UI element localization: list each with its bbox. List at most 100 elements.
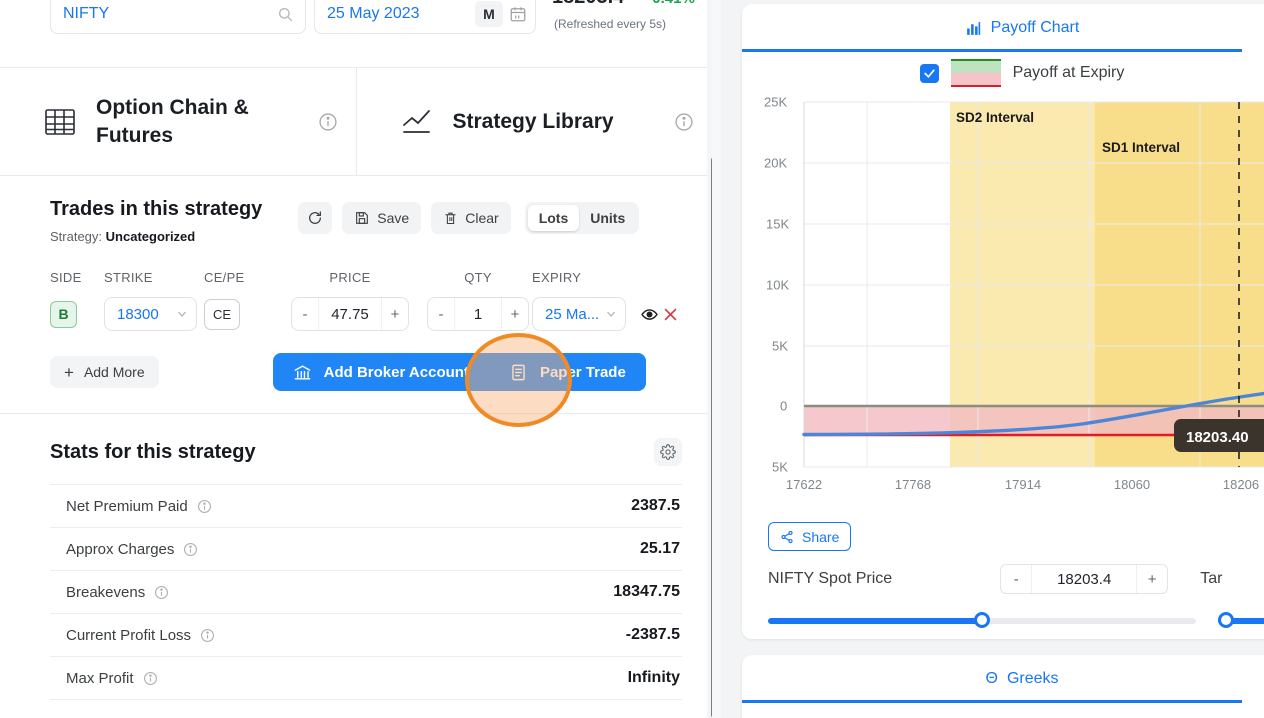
unit-toggle-group: Lots Units — [524, 202, 640, 234]
tab-option-chain-label: Option Chain & Futures — [96, 95, 249, 147]
save-button[interactable]: Save — [342, 202, 422, 234]
stat-label: Approx Charges — [66, 540, 175, 558]
spot-price-value: 18203.4 — [552, 0, 624, 9]
add-broker-account-button[interactable]: Add Broker Account — [272, 353, 489, 391]
paper-trade-button[interactable]: Paper Trade — [488, 353, 646, 391]
stat-label: Net Premium Paid — [66, 497, 188, 515]
stats-settings-button[interactable] — [654, 438, 682, 466]
monthly-toggle-chip[interactable]: M — [475, 1, 503, 27]
search-icon[interactable] — [277, 6, 293, 22]
tab-strategy-library[interactable]: Strategy Library — [355, 68, 713, 175]
price-stepper: - 47.75 + — [291, 297, 409, 331]
tab-strategy-library-label: Strategy Library — [452, 109, 614, 133]
trade-actions-row: + Add More Add Broker Account Paper Trad… — [50, 353, 682, 391]
list-item: Approx Charges 25.17 — [50, 527, 682, 570]
price-value[interactable]: 47.75 — [318, 298, 382, 330]
toggle-option-lots[interactable]: Lots — [527, 205, 580, 231]
x-tick-label: 18206 — [1222, 477, 1260, 492]
trades-section: Trades in this strategy Strategy: Uncate… — [0, 176, 712, 414]
y-tick-label: 0 — [780, 398, 788, 414]
symbol-search-input[interactable]: NIFTY — [50, 0, 306, 34]
strike-select[interactable]: 18300 — [104, 297, 197, 331]
left-panel: NIFTY 25 May 2023 M 18203 — [0, 0, 712, 718]
cepe-toggle-button[interactable]: CE — [204, 298, 240, 330]
col-price: PRICE — [329, 270, 371, 285]
target-slider-knob[interactable] — [1218, 612, 1234, 628]
strategy-subtitle: Strategy: Uncategorized — [50, 229, 262, 244]
spot-price-control-row: NIFTY Spot Price - 18203.4 + Tar — [768, 564, 1264, 594]
add-more-button[interactable]: + Add More — [50, 356, 159, 388]
refresh-icon — [309, 211, 322, 224]
info-icon[interactable] — [197, 499, 212, 514]
add-broker-account-label: Add Broker Account — [323, 363, 469, 381]
stat-value: 25.17 — [639, 540, 680, 557]
col-expiry: EXPIRY — [532, 270, 582, 285]
trades-toolbar: Save Clear Lots Units — [298, 202, 640, 234]
qty-increment-button[interactable]: + — [502, 298, 528, 330]
toggle-option-units[interactable]: Units — [579, 205, 636, 231]
checkmark-icon — [923, 68, 935, 78]
strike-value: 18300 — [117, 305, 159, 323]
side-toggle-button[interactable]: B — [50, 300, 77, 328]
cta-button-group: Add Broker Account Paper Trade — [272, 353, 646, 391]
plus-icon: + — [64, 362, 74, 382]
spot-increment-button[interactable]: + — [1137, 565, 1167, 593]
info-icon[interactable] — [154, 585, 169, 600]
legend-checkbox[interactable] — [919, 63, 939, 83]
info-icon[interactable] — [200, 628, 215, 643]
spot-change-percent: 0.41% — [652, 0, 695, 7]
stat-label: Breakevens — [66, 583, 146, 601]
expiry-select[interactable]: 25 Ma... — [532, 297, 626, 331]
list-item: Current Profit Loss -2387.5 — [50, 613, 682, 656]
refresh-button[interactable] — [298, 202, 333, 234]
share-icon — [781, 530, 793, 543]
expiry-date-value: 25 May 2023 — [327, 5, 420, 22]
eye-icon[interactable] — [641, 306, 658, 323]
spot-price-block: 18203.4 0.41% (Refreshed every 5s) — [552, 0, 695, 31]
price-increment-button[interactable]: + — [382, 298, 408, 330]
x-tick-label: 18060 — [1113, 477, 1151, 492]
clear-button[interactable]: Clear — [431, 202, 511, 234]
price-decrement-button[interactable]: - — [292, 298, 318, 330]
stat-value: Infinity — [627, 669, 680, 686]
strategy-prefix: Strategy: — [50, 229, 103, 244]
share-label: Share — [802, 528, 840, 545]
payoff-chart-tab-label: Payoff Chart — [990, 19, 1080, 36]
info-icon[interactable] — [183, 542, 198, 557]
stats-title: Stats for this strategy — [50, 440, 256, 463]
stat-value: -2387.5 — [625, 626, 680, 643]
spot-price-stepper: - 18203.4 + — [1000, 564, 1169, 594]
qty-value[interactable]: 1 — [454, 298, 502, 330]
left-panel-scrollbar-thumb[interactable] — [711, 157, 712, 718]
spot-decrement-button[interactable]: - — [1001, 565, 1031, 593]
spot-slider-knob[interactable] — [974, 612, 990, 628]
save-label: Save — [377, 210, 410, 226]
list-item: Max Profit Infinity — [50, 656, 682, 699]
info-icon[interactable] — [674, 112, 694, 132]
greeks-tab[interactable]: Θ Greeks — [742, 655, 1264, 703]
expiry-value: 25 Ma... — [545, 305, 600, 323]
target-date-slider[interactable] — [1218, 612, 1264, 630]
list-item — [50, 699, 682, 717]
calendar-icon[interactable] — [509, 5, 527, 23]
payoff-chart-tab[interactable]: Payoff Chart — [742, 4, 1264, 52]
tab-active-underline — [742, 700, 1242, 703]
x-tick-label: 17914 — [1004, 477, 1042, 492]
theta-icon: Θ — [985, 670, 998, 687]
qty-decrement-button[interactable]: - — [428, 298, 454, 330]
paper-trade-label: Paper Trade — [539, 363, 626, 381]
sd1-interval-label: SD1 Interval — [1102, 140, 1181, 155]
close-x-icon[interactable] — [662, 306, 679, 323]
spot-price-slider[interactable] — [768, 612, 1196, 630]
slider-row — [768, 612, 1264, 630]
spot-price-field[interactable]: 18203.4 — [1031, 565, 1138, 593]
payoff-plot[interactable]: 18203.40 25K 20K 15K 10K 5K 0 5K 17622 1… — [742, 94, 1264, 514]
tab-option-chain-futures[interactable]: Option Chain & Futures — [0, 68, 356, 175]
expiry-date-picker[interactable]: 25 May 2023 M — [314, 0, 536, 34]
refresh-note: (Refreshed every 5s) — [554, 17, 667, 31]
y-tick-label: 25K — [764, 94, 788, 110]
target-date-label: Tar — [1200, 570, 1223, 587]
share-button[interactable]: Share — [768, 522, 852, 551]
info-icon[interactable] — [143, 671, 158, 686]
info-icon[interactable] — [318, 112, 338, 132]
